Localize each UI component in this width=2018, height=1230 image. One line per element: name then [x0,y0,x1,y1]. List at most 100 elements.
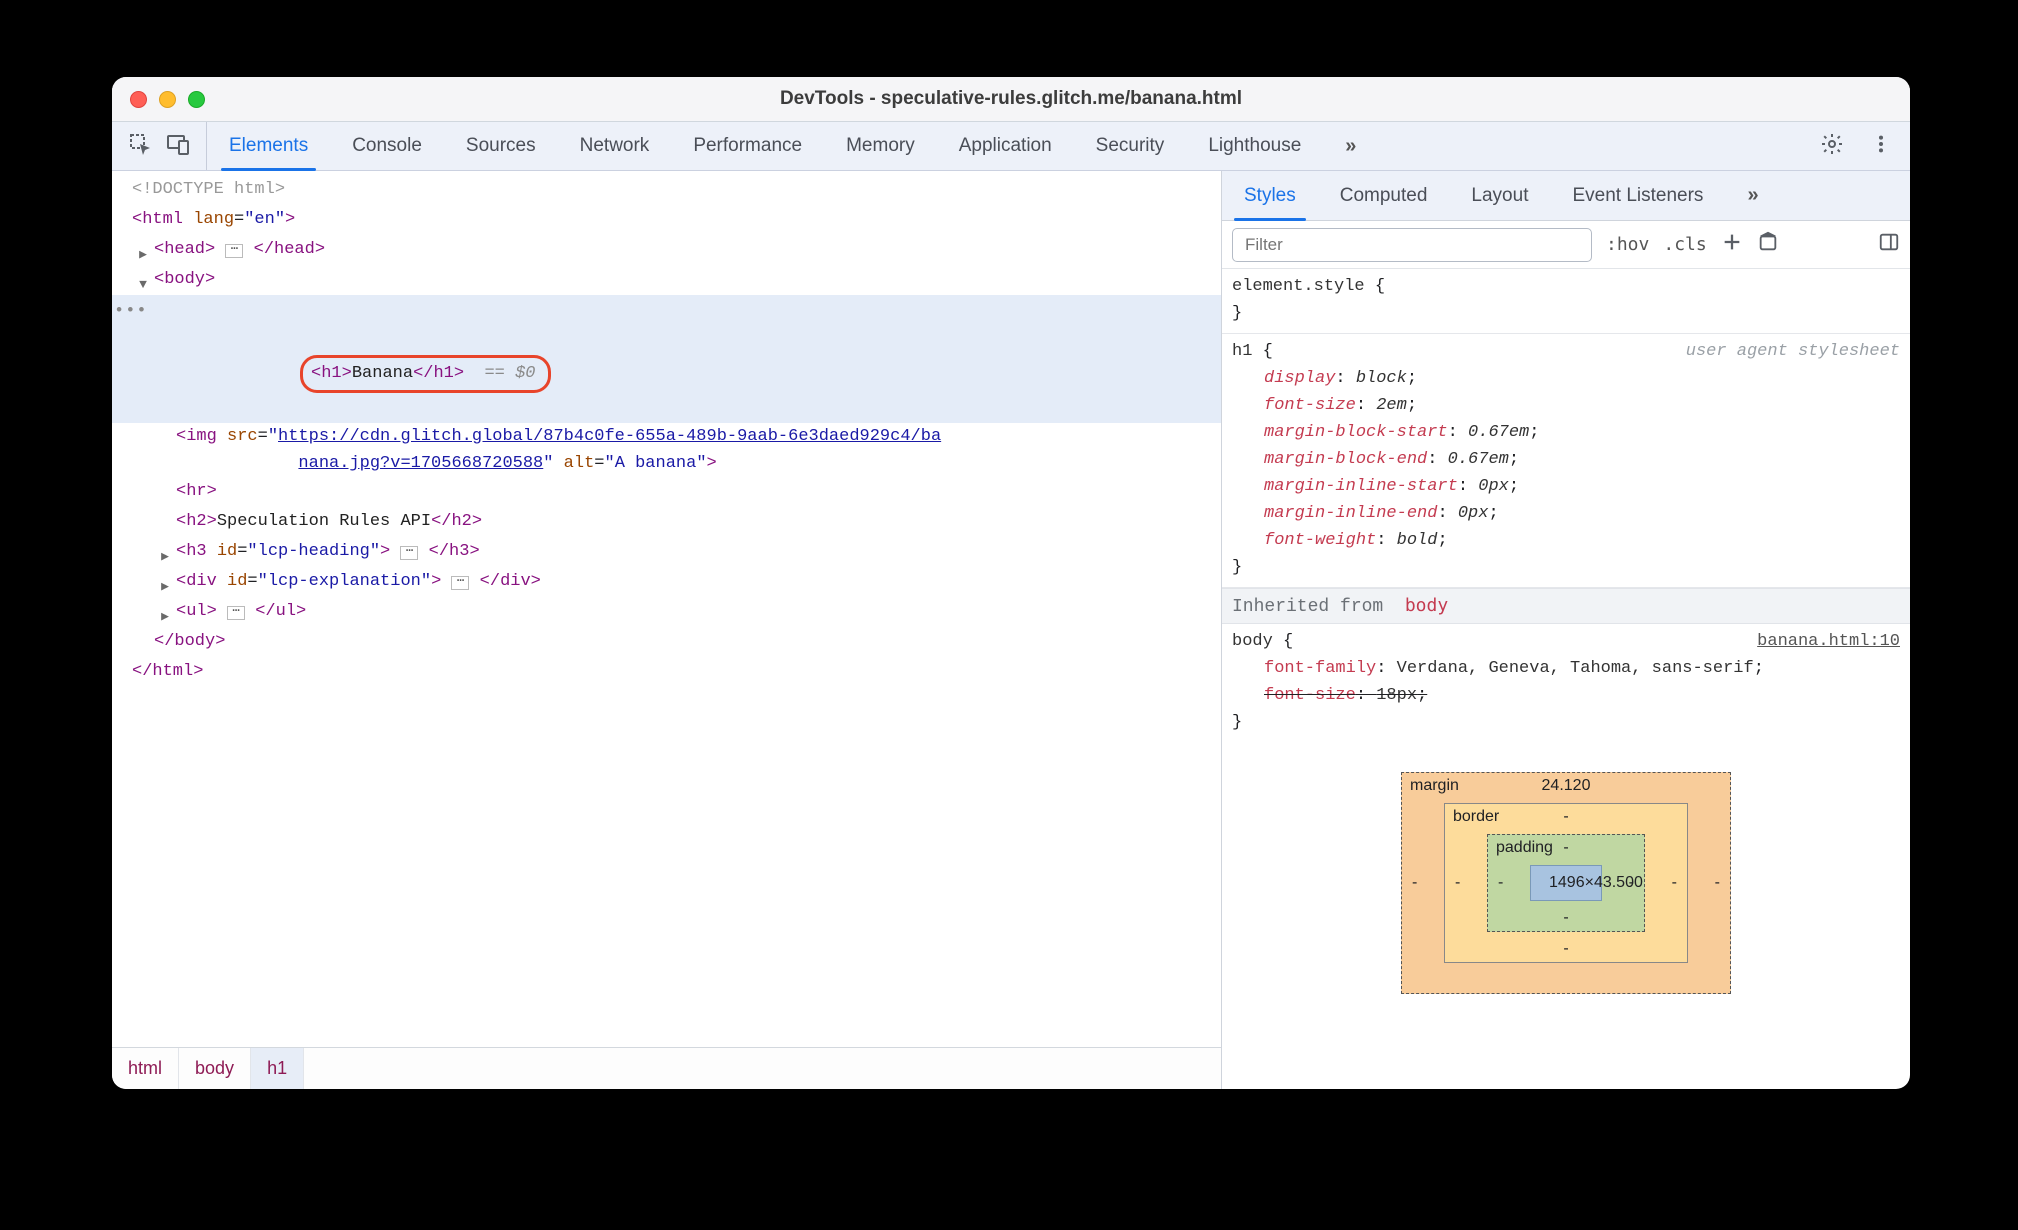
box-model: margin 24.120 - - border - - - - [1222,742,1910,994]
chevron-double-right-icon: » [1345,135,1352,158]
dom-h3[interactable]: ▶<h3 id="lcp-heading"> ⋯ </h3> [132,537,1221,567]
dom-h2[interactable]: <h2>Speculation Rules API</h2> [132,507,1221,537]
css-property[interactable]: font-size: 2em; [1264,392,1900,419]
dom-html-open[interactable]: <html lang="en"> [132,205,1221,235]
crumb-html-label: html [128,1058,162,1079]
tab-memory[interactable]: Memory [824,122,937,170]
tab-security[interactable]: Security [1074,122,1187,170]
more-tabs-icon[interactable]: » [1323,122,1374,170]
tab-network[interactable]: Network [558,122,672,170]
tab-application[interactable]: Application [937,122,1074,170]
zoom-icon[interactable] [188,91,205,108]
dom-html-close[interactable]: </html> [132,657,1221,687]
tab-elements[interactable]: Elements [207,122,330,170]
css-property[interactable]: display: block; [1264,365,1900,392]
box-model-border[interactable]: border - - - - padding - - - [1444,803,1688,963]
ellipsis-icon[interactable]: ⋯ [225,244,243,258]
dom-div[interactable]: ▶<div id="lcp-explanation"> ⋯ </div> [132,567,1221,597]
tab-memory-label: Memory [846,135,915,157]
crumb-h1[interactable]: h1 [251,1048,304,1089]
tab-network-label: Network [580,135,650,157]
img-alt: A banana [615,454,697,473]
stab-computed[interactable]: Computed [1318,171,1450,220]
stab-listeners[interactable]: Event Listeners [1550,171,1725,220]
css-property[interactable]: font-weight: bold; [1264,527,1900,554]
border-bottom-value: - [1563,940,1568,958]
h1-selector: h1 [1232,342,1252,361]
tab-lighthouse-label: Lighthouse [1208,135,1301,157]
tab-elements-label: Elements [229,135,308,157]
margin-label: margin [1410,777,1459,795]
tab-sources[interactable]: Sources [444,122,558,170]
h1-rule-block[interactable]: user agent stylesheet h1 { display: bloc… [1222,334,1910,588]
inherited-label: Inherited from [1232,597,1383,617]
margin-top-value: 24.120 [1542,777,1591,795]
dom-img[interactable]: <img src="https://cdn.glitch.global/87b4… [132,423,1221,477]
device-toggle-icon[interactable] [166,132,190,161]
css-property[interactable]: font-family: Verdana, Geneva, Tahoma, sa… [1264,655,1900,682]
tab-application-label: Application [959,135,1052,157]
stab-listeners-label: Event Listeners [1572,185,1703,207]
css-property[interactable]: margin-inline-end: 0px; [1264,500,1900,527]
dom-ul[interactable]: ▶<ul> ⋯ </ul> [132,597,1221,627]
css-property[interactable]: margin-inline-start: 0px; [1264,473,1900,500]
crumb-html[interactable]: html [112,1048,179,1089]
css-property[interactable]: font-size: 18px; [1264,682,1900,709]
highlight-ring: <h1>Banana</h1> == $0 [300,355,550,393]
tab-lighthouse[interactable]: Lighthouse [1186,122,1323,170]
new-style-rule-icon[interactable] [1721,231,1743,258]
more-stabs-icon[interactable]: » [1725,171,1776,220]
elements-panel: <!DOCTYPE html> <html lang="en"> ▶<head>… [112,171,1222,1089]
box-model-content[interactable]: 1496×43.500 [1530,865,1602,901]
crumb-body[interactable]: body [179,1048,251,1089]
gutter-menu-icon[interactable]: ••• [114,297,148,327]
kebab-menu-icon[interactable] [1870,133,1892,160]
minimize-icon[interactable] [159,91,176,108]
element-style-block[interactable]: element.style {} [1222,269,1910,334]
class-toggle[interactable]: .cls [1663,234,1706,255]
tab-console[interactable]: Console [330,122,444,170]
titlebar: DevTools - speculative-rules.glitch.me/b… [112,77,1910,121]
close-icon[interactable] [130,91,147,108]
main-toolbar: Elements Console Sources Network Perform… [112,121,1910,171]
stab-computed-label: Computed [1340,185,1428,207]
tab-performance[interactable]: Performance [671,122,824,170]
dom-head[interactable]: ▶<head> ⋯ </head> [132,235,1221,265]
box-model-margin[interactable]: margin 24.120 - - border - - - - [1401,772,1731,994]
ellipsis-icon[interactable]: ⋯ [227,606,245,620]
dom-tree[interactable]: <!DOCTYPE html> <html lang="en"> ▶<head>… [112,171,1221,1047]
box-model-padding[interactable]: padding - - - - 1496×43.500 [1487,834,1645,932]
stab-styles[interactable]: Styles [1222,171,1318,220]
main-tabs: Elements Console Sources Network Perform… [207,122,1374,170]
settings-gear-icon[interactable] [1820,132,1844,161]
stab-layout[interactable]: Layout [1449,171,1550,220]
filter-input[interactable] [1232,228,1592,262]
inherited-from: body [1405,595,1448,616]
img-src-part2[interactable]: nana.jpg?v=1705668720588 [298,454,543,473]
computed-styles-icon[interactable] [1757,231,1779,258]
css-property[interactable]: margin-block-start: 0.67em; [1264,419,1900,446]
dom-body-close[interactable]: </body> [132,627,1221,657]
inspect-element-icon[interactable] [128,132,152,161]
css-property[interactable]: margin-block-end: 0.67em; [1264,446,1900,473]
ellipsis-icon[interactable]: ⋯ [400,546,418,560]
dom-doctype[interactable]: <!DOCTYPE html> [132,175,1221,205]
body-rule-block[interactable]: banana.html:10 body { font-family: Verda… [1222,624,1910,742]
dom-selected-row[interactable]: ••• <h1>Banana</h1> == $0 [112,295,1221,423]
dom-body-open[interactable]: ▼<body> [132,265,1221,295]
img-src-part1[interactable]: https://cdn.glitch.global/87b4c0fe-655a-… [278,427,941,446]
toggle-sidebar-icon[interactable] [1878,231,1900,258]
source-link[interactable]: banana.html:10 [1757,628,1900,655]
ellipsis-icon[interactable]: ⋯ [451,576,469,590]
css-rules: element.style {} user agent stylesheet h… [1222,269,1910,1089]
tab-security-label: Security [1096,135,1165,157]
border-top-value: - [1563,808,1568,826]
body-selector: body [1232,632,1273,651]
padding-right-value: - [1629,874,1634,892]
h3-id: lcp-heading [258,542,370,561]
dom-hr[interactable]: <hr> [132,477,1221,507]
hover-toggle[interactable]: :hov [1606,234,1649,255]
border-label: border [1453,808,1499,826]
tab-sources-label: Sources [466,135,536,157]
tab-performance-label: Performance [693,135,802,157]
